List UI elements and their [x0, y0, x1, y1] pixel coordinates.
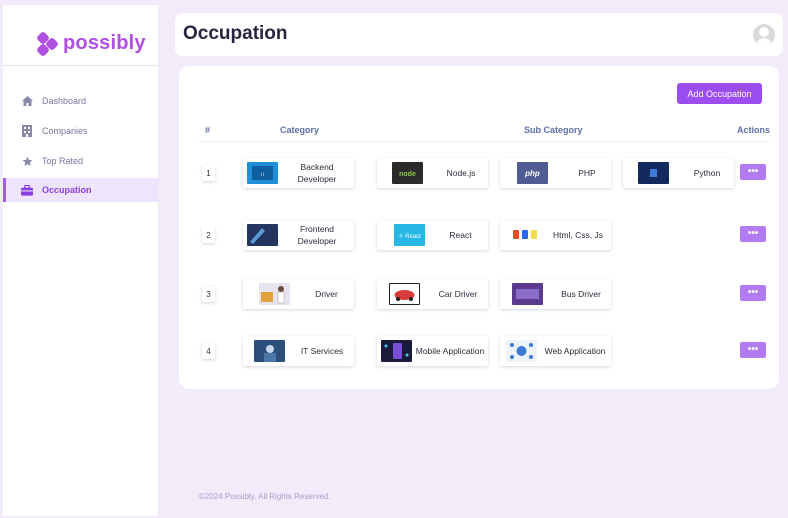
- sidebar-item-top-rated[interactable]: Top Rated: [3, 149, 158, 173]
- column-header-category: Category: [280, 125, 320, 135]
- sub-category-chip[interactable]: php PHP: [500, 158, 611, 188]
- row-actions-button[interactable]: •••: [740, 164, 766, 180]
- car-driver-thumbnail: [389, 283, 420, 305]
- sub-category-chip[interactable]: ⚛ React React: [377, 220, 488, 250]
- driver-thumbnail: [259, 283, 290, 305]
- react-logo: ⚛ React: [394, 224, 425, 246]
- avatar[interactable]: [753, 24, 775, 46]
- sub-category-label: Html, Css, Js: [552, 230, 604, 240]
- row-actions-button[interactable]: •••: [740, 342, 766, 358]
- it-services-thumbnail: [254, 340, 285, 362]
- sub-category-label: Node.js: [446, 168, 476, 178]
- sidebar-item-label: Companies: [42, 126, 88, 136]
- svg-text:php: php: [524, 169, 540, 178]
- mobile-application-thumbnail: [381, 340, 412, 362]
- row-actions-button[interactable]: •••: [740, 226, 766, 242]
- sub-category-chip[interactable]: Html, Css, Js: [500, 220, 611, 250]
- header-divider: [198, 141, 769, 142]
- column-header-index: #: [205, 125, 211, 135]
- column-header-sub-category: Sub Category: [524, 125, 583, 135]
- nodejs-logo: node: [392, 162, 423, 184]
- php-logo: php: [517, 162, 548, 184]
- sub-category-label: React: [449, 230, 472, 240]
- user-body-shape: [756, 38, 772, 46]
- column-header-actions: Actions: [737, 125, 771, 135]
- svg-text:{ }: { }: [261, 171, 265, 176]
- category-chip[interactable]: IT Services: [243, 336, 354, 366]
- sidebar-item-label: Top Rated: [42, 156, 84, 166]
- sidebar-divider: [3, 65, 158, 66]
- row-index: 3: [202, 286, 215, 302]
- occupation-card: Add Occupation # Category Sub Category A…: [179, 66, 779, 389]
- backend-thumbnail: { }: [247, 162, 278, 184]
- sub-category-label: PHP: [578, 168, 596, 178]
- sub-category-chip[interactable]: Web Application: [500, 336, 611, 366]
- sidebar-item-occupation[interactable]: Occupation: [3, 178, 158, 202]
- briefcase-icon: [21, 184, 33, 196]
- home-icon: [21, 95, 33, 107]
- svg-text:node: node: [399, 171, 416, 178]
- python-thumbnail: [638, 162, 669, 184]
- row-index: 4: [202, 343, 215, 359]
- star-icon: [21, 155, 33, 167]
- sidebar-item-label: Dashboard: [42, 96, 87, 106]
- row-index: 2: [202, 227, 215, 243]
- building-icon: [21, 125, 33, 137]
- brand-logo[interactable]: possibly: [35, 30, 146, 57]
- sidebar: possibly Dashboard Companies Top Rated O…: [3, 5, 159, 516]
- user-head-shape: [759, 27, 769, 37]
- category-chip[interactable]: Frontend Developer: [243, 220, 354, 250]
- footer-copyright: ©2024 Possibly. All Rights Reserved.: [199, 492, 331, 501]
- bus-driver-thumbnail: [512, 283, 543, 305]
- sub-category-label: Web Application: [544, 346, 606, 356]
- category-label: IT Services: [300, 346, 344, 356]
- sub-category-chip[interactable]: Bus Driver: [500, 279, 611, 309]
- category-chip[interactable]: { } Backend Developer: [243, 158, 354, 188]
- category-label: Frontend Developer: [297, 224, 337, 246]
- sub-category-label: Python: [693, 168, 721, 178]
- sub-category-chip[interactable]: Python: [623, 158, 734, 188]
- add-occupation-button[interactable]: Add Occupation: [677, 83, 762, 104]
- sub-category-chip[interactable]: Mobile Application: [377, 336, 488, 366]
- row-index: 1: [202, 165, 215, 181]
- page-header: Occupation: [175, 13, 783, 56]
- category-label: Backend Developer: [297, 162, 337, 184]
- web-application-thumbnail: [506, 340, 537, 362]
- sub-category-label: Car Driver: [438, 289, 478, 299]
- sidebar-item-companies[interactable]: Companies: [3, 119, 158, 143]
- sidebar-item-label: Occupation: [42, 185, 92, 195]
- sidebar-item-dashboard[interactable]: Dashboard: [3, 89, 158, 113]
- page-title: Occupation: [183, 23, 288, 44]
- frontend-thumbnail: [247, 224, 278, 246]
- sub-category-chip[interactable]: node Node.js: [377, 158, 488, 188]
- row-actions-button[interactable]: •••: [740, 285, 766, 301]
- html-css-js-logos: [510, 224, 541, 246]
- brand-name: possibly: [63, 32, 146, 54]
- category-label: Driver: [315, 289, 338, 299]
- category-chip[interactable]: Driver: [243, 279, 354, 309]
- sub-category-label: Mobile Application: [415, 346, 485, 356]
- sub-category-label: Bus Driver: [561, 289, 601, 299]
- logo-icon: [35, 30, 60, 57]
- sub-category-chip[interactable]: Car Driver: [377, 279, 488, 309]
- svg-text:⚛ React: ⚛ React: [398, 233, 421, 240]
